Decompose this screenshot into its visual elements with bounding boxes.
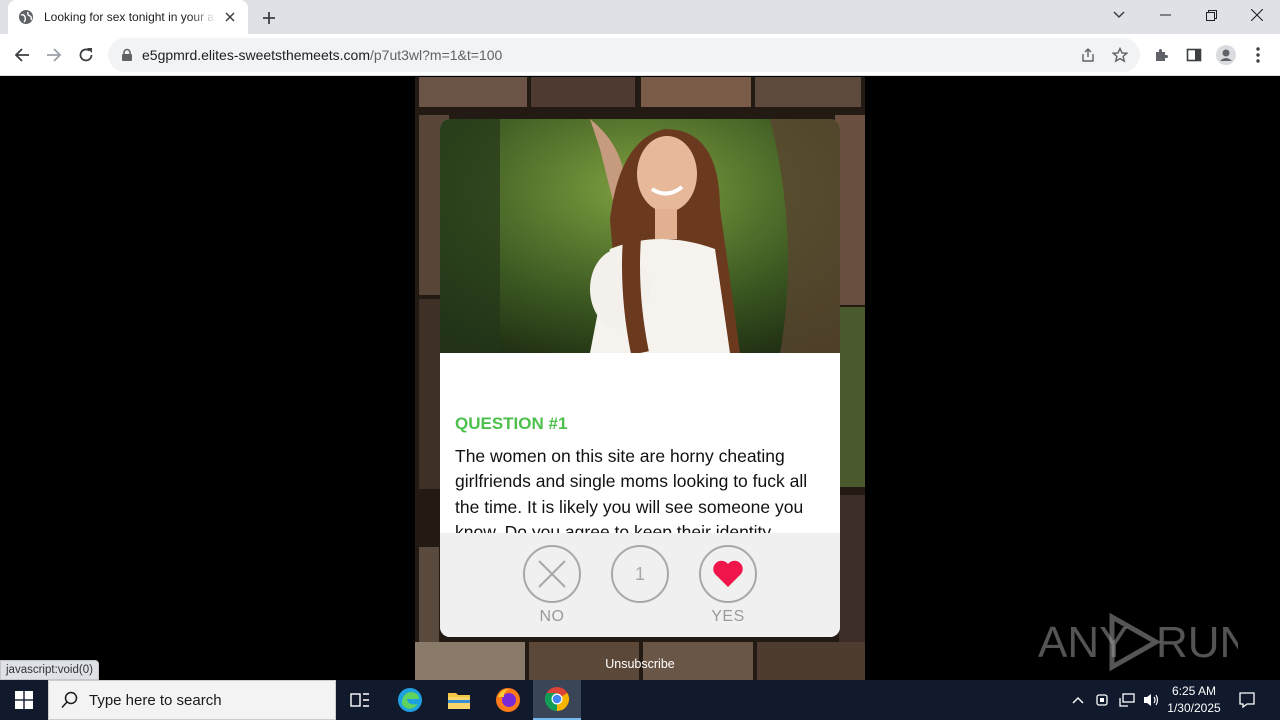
heart-icon: [713, 560, 743, 587]
lock-icon[interactable]: [120, 48, 134, 62]
url-text: e5gpmrd.elites-sweetsthemeets.com/p7ut3w…: [142, 47, 502, 63]
globe-icon: [18, 9, 34, 25]
share-icon[interactable]: [1078, 45, 1098, 65]
status-bar: javascript:void(0): [0, 660, 99, 680]
taskbar-search-box[interactable]: Type here to search: [48, 680, 336, 720]
extensions-puzzle-icon[interactable]: [1151, 44, 1173, 66]
edge-taskbar-icon[interactable]: [386, 680, 434, 720]
volume-icon[interactable]: [1140, 680, 1162, 720]
clock-date: 1/30/2025: [1167, 701, 1221, 715]
answer-bar: NO 1 YES: [440, 533, 840, 637]
restore-button[interactable]: [1188, 0, 1234, 30]
url-path: /p7ut3wl?m=1&t=100: [370, 47, 503, 63]
watermark-text-left: ANY: [1038, 618, 1128, 667]
url-host: e5gpmrd.elites-sweetsthemeets.com: [142, 47, 370, 63]
meet-now-icon[interactable]: [1092, 680, 1114, 720]
x-icon: [538, 560, 566, 588]
clock-time: 6:25 AM: [1171, 684, 1217, 698]
watermark-text-right: RUN: [1156, 618, 1238, 667]
show-hidden-icons-chevron[interactable]: [1068, 680, 1088, 720]
chrome-taskbar-icon[interactable]: [533, 680, 581, 720]
profile-avatar-icon[interactable]: [1215, 44, 1237, 66]
forward-button[interactable]: [40, 41, 68, 69]
tab-strip: Looking for sex tonight in your area: [0, 0, 1280, 34]
counter-number: 1: [634, 563, 645, 584]
browser-tab[interactable]: Looking for sex tonight in your area: [8, 0, 248, 34]
windows-logo-icon: [15, 691, 33, 709]
tab-title: Looking for sex tonight in your area: [44, 10, 216, 24]
task-view-button[interactable]: [336, 680, 384, 720]
close-tab-icon[interactable]: [222, 9, 238, 25]
browser-toolbar: e5gpmrd.elites-sweetsthemeets.com/p7ut3w…: [0, 34, 1280, 76]
no-button[interactable]: [523, 545, 581, 603]
file-explorer-taskbar-icon[interactable]: [435, 680, 483, 720]
page-content: QUESTION #1 The women on this site are h…: [0, 77, 1280, 680]
menu-kebab-icon[interactable]: [1247, 44, 1269, 66]
back-button[interactable]: [8, 41, 36, 69]
side-panel-icon[interactable]: [1183, 44, 1205, 66]
reload-button[interactable]: [72, 41, 100, 69]
search-placeholder: Type here to search: [89, 691, 222, 709]
search-icon: [61, 691, 78, 709]
question-counter: 1: [611, 545, 669, 603]
new-tab-button[interactable]: [258, 7, 280, 29]
firefox-taskbar-icon[interactable]: [484, 680, 532, 720]
close-window-button[interactable]: [1234, 0, 1280, 30]
profile-photo: [440, 119, 840, 353]
windows-taskbar: Type here to search 6:25 AM 1/30/2025: [0, 680, 1280, 720]
no-label: NO: [539, 608, 565, 625]
question-card: QUESTION #1 The women on this site are h…: [440, 119, 840, 637]
task-view-icon: [350, 693, 369, 707]
address-bar[interactable]: e5gpmrd.elites-sweetsthemeets.com/p7ut3w…: [108, 38, 1140, 72]
anyrun-watermark: ANY RUN: [1038, 612, 1238, 672]
notifications-icon[interactable]: [1232, 680, 1262, 720]
yes-button[interactable]: [699, 545, 757, 603]
start-button[interactable]: [0, 680, 48, 720]
yes-label: YES: [711, 608, 745, 625]
star-bookmark-icon[interactable]: [1110, 45, 1130, 65]
unsubscribe-link[interactable]: Unsubscribe: [540, 657, 740, 671]
tab-search-icon[interactable]: [1096, 0, 1142, 30]
question-title: QUESTION #1: [455, 414, 568, 433]
minimize-button[interactable]: [1142, 0, 1188, 30]
taskbar-clock[interactable]: 6:25 AM 1/30/2025: [1162, 683, 1226, 717]
network-icon[interactable]: [1116, 680, 1138, 720]
